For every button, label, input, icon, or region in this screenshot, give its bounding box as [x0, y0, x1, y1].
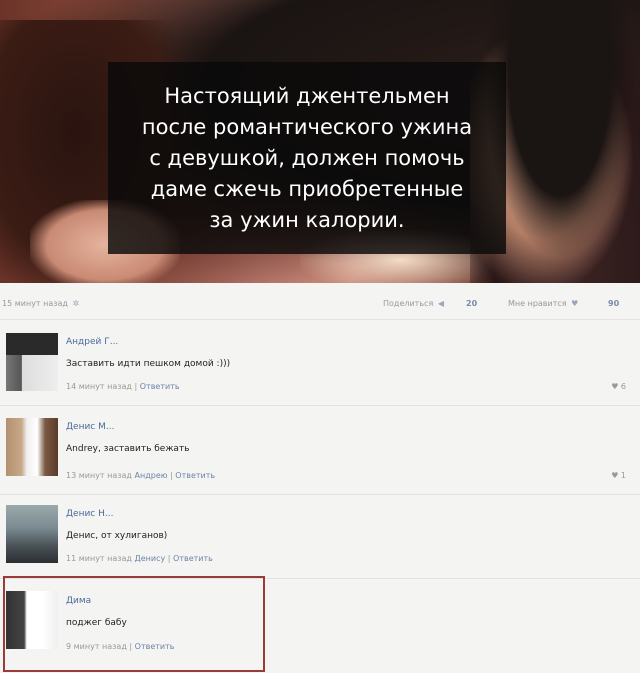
- heart-icon: ♥: [611, 471, 619, 480]
- avatar[interactable]: [6, 418, 58, 476]
- comment-author[interactable]: Дима: [66, 596, 91, 606]
- reply-button[interactable]: Ответить: [135, 642, 175, 651]
- avatar[interactable]: [6, 591, 58, 649]
- comment-meta: 14 минут назад | Ответить: [66, 382, 180, 391]
- comment-meta: 9 минут назад | Ответить: [66, 642, 174, 651]
- comment-item: Андрей Г... Заставить идти пешком домой …: [0, 325, 640, 405]
- post-time-wrap: 15 минут назад ✲: [2, 299, 81, 308]
- reply-button[interactable]: Ответить: [173, 554, 213, 563]
- avatar[interactable]: [6, 333, 58, 391]
- reply-to-link[interactable]: Денису: [135, 554, 166, 563]
- divider: [0, 405, 640, 406]
- comment-author[interactable]: Андрей Г...: [66, 337, 118, 347]
- post-caption: Настоящий джентельмен после романтическо…: [141, 83, 473, 232]
- megaphone-icon: ◀: [437, 299, 444, 308]
- comment-text: Заставить идти пешком домой :))): [66, 359, 231, 369]
- post-time[interactable]: 15 минут назад: [2, 299, 68, 308]
- comment-item: Дима поджег бабу 9 минут назад | Ответит…: [0, 583, 640, 663]
- comment-text: Andrey, заставить бежать: [66, 444, 190, 454]
- divider: [0, 494, 640, 495]
- comment-time[interactable]: 13 минут назад: [66, 471, 132, 480]
- post-image[interactable]: Настоящий джентельмен после романтическо…: [0, 0, 640, 283]
- share-count: 20: [466, 299, 478, 308]
- comment-time[interactable]: 14 минут назад: [66, 382, 132, 391]
- comment-time[interactable]: 11 минут назад: [66, 554, 132, 563]
- comment-author[interactable]: Денис М...: [66, 422, 114, 432]
- comment-text: Денис, от хулиганов): [66, 531, 168, 541]
- comment-item: Денис Н... Денис, от хулиганов) 11 минут…: [0, 497, 640, 577]
- comment-text: поджег бабу: [66, 618, 127, 628]
- heart-icon: ♥: [611, 382, 619, 391]
- share-button[interactable]: Поделиться ◀: [383, 299, 446, 308]
- divider: [0, 319, 640, 320]
- reply-button[interactable]: Ответить: [140, 382, 180, 391]
- comment-like-count: 6: [620, 382, 626, 391]
- reply-to-link[interactable]: Андрею: [135, 471, 168, 480]
- share-label: Поделиться: [383, 299, 434, 308]
- comment-like-count: 1: [620, 471, 626, 480]
- comment-time[interactable]: 9 минут назад: [66, 642, 127, 651]
- comment-item: Денис М... Andrey, заставить бежать 13 м…: [0, 410, 640, 490]
- comment-like[interactable]: ♥ 1: [611, 471, 626, 480]
- heart-icon: ♥: [571, 299, 579, 308]
- caption-box: Настоящий джентельмен после романтическо…: [108, 62, 506, 254]
- comment-author[interactable]: Денис Н...: [66, 509, 113, 519]
- reply-button[interactable]: Ответить: [175, 471, 215, 480]
- post-meta-row: 15 минут назад ✲ Поделиться ◀ 20 Мне нра…: [0, 296, 640, 316]
- comment-meta: 13 минут назад Андрею | Ответить: [66, 471, 215, 480]
- like-label: Мне нравится: [508, 299, 567, 308]
- like-button[interactable]: Мне нравится ♥: [508, 299, 580, 308]
- gear-icon[interactable]: ✲: [73, 299, 80, 308]
- comment-meta: 11 минут назад Денису | Ответить: [66, 554, 213, 563]
- like-count: 90: [608, 299, 620, 308]
- comment-like[interactable]: ♥ 6: [611, 382, 626, 391]
- avatar[interactable]: [6, 505, 58, 563]
